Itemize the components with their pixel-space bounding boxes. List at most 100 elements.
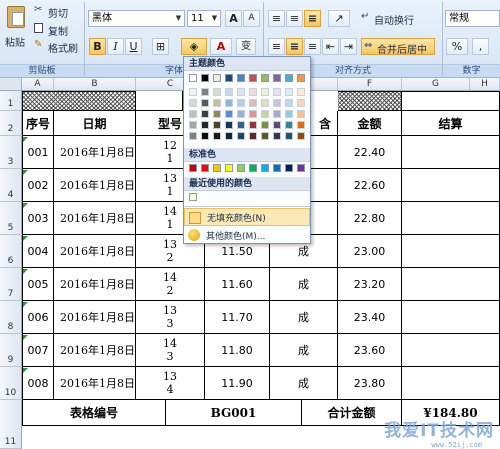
theme-shade-swatch[interactable]: [273, 132, 281, 140]
fill-color-button[interactable]: ◈: [181, 38, 207, 55]
settle-cell[interactable]: [402, 334, 500, 367]
date-cell[interactable]: 2016年1月8日: [54, 202, 136, 235]
shrink-font-button[interactable]: A: [243, 10, 260, 27]
standard-color-swatch[interactable]: [261, 164, 269, 172]
no-fill-menu-item[interactable]: 无填充颜色(N): [184, 208, 310, 226]
align-top-button[interactable]: ≡: [268, 10, 285, 27]
theme-shade-swatch[interactable]: [297, 88, 305, 96]
theme-shade-swatch[interactable]: [273, 99, 281, 107]
settle-cell[interactable]: [402, 301, 500, 334]
date-cell[interactable]: 2016年1月8日: [54, 301, 136, 334]
column-header[interactable]: G: [402, 78, 470, 91]
date-cell[interactable]: 2016年1月8日: [54, 235, 136, 268]
underline-button[interactable]: U: [125, 38, 142, 55]
theme-shade-swatch[interactable]: [297, 121, 305, 129]
model-cell[interactable]: 14 2: [136, 268, 205, 301]
row-header[interactable]: 4: [0, 169, 22, 202]
date-cell[interactable]: 2016年1月8日: [54, 268, 136, 301]
column-header[interactable]: B: [54, 78, 136, 91]
unit-cell[interactable]: 成: [270, 268, 338, 301]
theme-shade-swatch[interactable]: [297, 132, 305, 140]
theme-shade-swatch[interactable]: [213, 132, 221, 140]
footer-code[interactable]: BG001: [166, 400, 302, 426]
theme-shade-swatch[interactable]: [261, 110, 269, 118]
row-header[interactable]: 10: [0, 367, 22, 400]
column-header[interactable]: F: [338, 78, 402, 91]
theme-shade-swatch[interactable]: [189, 132, 197, 140]
standard-color-swatch[interactable]: [285, 164, 293, 172]
price-cell[interactable]: 11.80: [205, 334, 270, 367]
standard-color-swatch[interactable]: [249, 164, 257, 172]
theme-shade-swatch[interactable]: [285, 132, 293, 140]
paste-button[interactable]: 粘贴: [3, 4, 29, 60]
settle-cell[interactable]: [402, 202, 500, 235]
align-bottom-button[interactable]: ≡: [304, 10, 321, 27]
cut-button[interactable]: ✂ 剪切: [34, 4, 78, 20]
standard-color-swatch[interactable]: [213, 164, 221, 172]
footer-label[interactable]: 表格编号: [22, 400, 166, 426]
row-header[interactable]: 11: [0, 400, 22, 449]
orientation-button[interactable]: ↗: [328, 10, 350, 27]
row-header[interactable]: 6: [0, 235, 22, 268]
theme-shade-swatch[interactable]: [237, 99, 245, 107]
amount-cell[interactable]: 23.00: [338, 235, 402, 268]
theme-color-swatch[interactable]: [225, 74, 233, 82]
phonetic-button[interactable]: 变: [236, 38, 256, 55]
font-name-combo[interactable]: 黑体 ▼: [88, 10, 185, 27]
merge-center-button[interactable]: ⇔ 合并后居中: [361, 38, 435, 56]
unit-cell[interactable]: 成: [270, 334, 338, 367]
theme-shade-swatch[interactable]: [249, 121, 257, 129]
theme-shade-swatch[interactable]: [249, 88, 257, 96]
grow-font-button[interactable]: A: [225, 10, 242, 27]
standard-color-swatch[interactable]: [225, 164, 233, 172]
theme-color-swatch[interactable]: [237, 74, 245, 82]
theme-shade-swatch[interactable]: [201, 132, 209, 140]
settle-cell[interactable]: [402, 367, 500, 400]
model-cell[interactable]: 14 3: [136, 334, 205, 367]
theme-shade-swatch[interactable]: [225, 88, 233, 96]
theme-shade-swatch[interactable]: [225, 132, 233, 140]
theme-color-swatch[interactable]: [285, 74, 293, 82]
patterned-cell[interactable]: [22, 91, 136, 111]
standard-color-swatch[interactable]: [237, 164, 245, 172]
amount-cell[interactable]: 23.80: [338, 367, 402, 400]
theme-shade-swatch[interactable]: [213, 121, 221, 129]
theme-shade-swatch[interactable]: [261, 99, 269, 107]
currency-button[interactable]: %: [446, 38, 468, 55]
theme-shade-swatch[interactable]: [261, 132, 269, 140]
standard-color-swatch[interactable]: [273, 164, 281, 172]
comma-button[interactable]: ,: [472, 38, 489, 55]
model-cell[interactable]: 13 4: [136, 367, 205, 400]
price-cell[interactable]: 11.60: [205, 268, 270, 301]
amount-cell[interactable]: 22.60: [338, 169, 402, 202]
copy-button[interactable]: 复制: [34, 22, 78, 38]
theme-shade-swatch[interactable]: [213, 88, 221, 96]
theme-shade-swatch[interactable]: [189, 110, 197, 118]
theme-shade-swatch[interactable]: [189, 88, 197, 96]
theme-color-swatch[interactable]: [189, 74, 197, 82]
column-header[interactable]: A: [22, 78, 54, 91]
theme-shade-swatch[interactable]: [237, 88, 245, 96]
header-seq[interactable]: 序号: [22, 111, 54, 136]
theme-color-swatch[interactable]: [249, 74, 257, 82]
row-header[interactable]: 9: [0, 334, 22, 367]
theme-shade-swatch[interactable]: [201, 110, 209, 118]
row-header[interactable]: 3: [0, 136, 22, 169]
theme-shade-swatch[interactable]: [249, 99, 257, 107]
price-cell[interactable]: 11.90: [205, 367, 270, 400]
settle-cell[interactable]: [402, 235, 500, 268]
row-header[interactable]: 5: [0, 202, 22, 235]
theme-shade-swatch[interactable]: [201, 88, 209, 96]
theme-shade-swatch[interactable]: [261, 88, 269, 96]
amount-cell[interactable]: 23.60: [338, 334, 402, 367]
border-button[interactable]: ⊞: [152, 38, 169, 55]
settle-cell[interactable]: [402, 136, 500, 169]
increase-indent-button[interactable]: ⇥: [340, 38, 357, 55]
header-date[interactable]: 日期: [54, 111, 136, 136]
theme-shade-swatch[interactable]: [249, 110, 257, 118]
theme-shade-swatch[interactable]: [249, 132, 257, 140]
patterned-cell[interactable]: [338, 91, 402, 111]
theme-shade-swatch[interactable]: [273, 88, 281, 96]
theme-shade-swatch[interactable]: [273, 121, 281, 129]
decrease-indent-button[interactable]: ⇤: [322, 38, 339, 55]
